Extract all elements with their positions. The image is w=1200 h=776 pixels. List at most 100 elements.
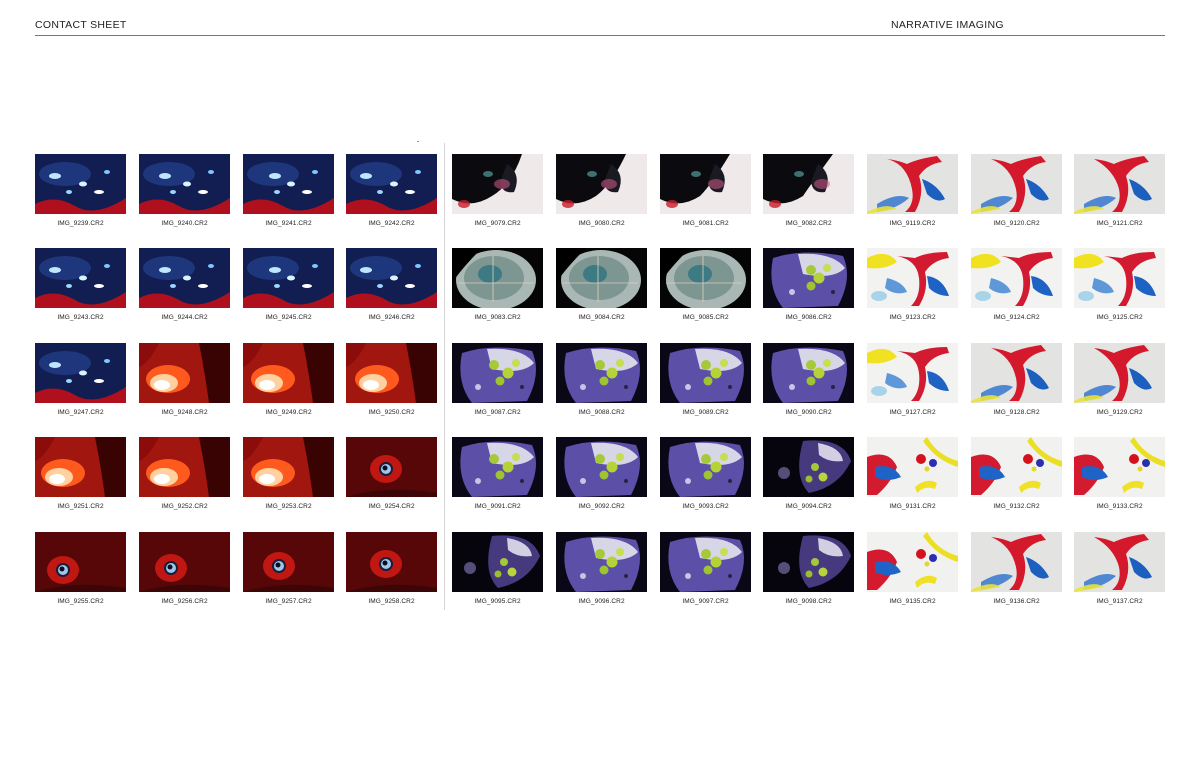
frame-image[interactable] (867, 154, 958, 214)
frame-thumbnail-cell[interactable]: IMG_9087.CR2 (452, 343, 543, 416)
frame-image[interactable] (971, 532, 1062, 592)
frame-image[interactable] (1074, 343, 1165, 403)
frame-thumbnail-cell[interactable]: IMG_9095.CR2 (452, 532, 543, 605)
frame-thumbnail-cell[interactable]: IMG_9256.CR2 (139, 532, 230, 605)
frame-image[interactable] (346, 248, 437, 308)
frame-image[interactable] (556, 343, 647, 403)
frame-thumbnail-cell[interactable]: IMG_9081.CR2 (660, 154, 751, 227)
frame-thumbnail-cell[interactable]: IMG_9136.CR2 (971, 532, 1062, 605)
frame-image[interactable] (35, 343, 126, 403)
frame-thumbnail-cell[interactable]: IMG_9089.CR2 (660, 343, 751, 416)
frame-thumbnail-cell[interactable]: IMG_9092.CR2 (556, 437, 647, 510)
frame-image[interactable] (452, 532, 543, 592)
frame-image[interactable] (243, 437, 334, 497)
frame-thumbnail-cell[interactable]: IMG_9135.CR2 (867, 532, 958, 605)
frame-thumbnail-cell[interactable]: IMG_9137.CR2 (1074, 532, 1165, 605)
frame-thumbnail-cell[interactable]: IMG_9241.CR2 (243, 154, 334, 227)
frame-image[interactable] (1074, 248, 1165, 308)
frame-thumbnail-cell[interactable]: IMG_9240.CR2 (139, 154, 230, 227)
frame-thumbnail-cell[interactable]: IMG_9249.CR2 (243, 343, 334, 416)
frame-image[interactable] (1074, 154, 1165, 214)
frame-image[interactable] (867, 532, 958, 592)
frame-thumbnail-cell[interactable]: IMG_9257.CR2 (243, 532, 334, 605)
frame-thumbnail-cell[interactable]: IMG_9255.CR2 (35, 532, 126, 605)
frame-image[interactable] (763, 437, 854, 497)
frame-image[interactable] (971, 248, 1062, 308)
frame-thumbnail-cell[interactable]: IMG_9090.CR2 (763, 343, 854, 416)
frame-thumbnail-cell[interactable]: IMG_9245.CR2 (243, 248, 334, 321)
frame-thumbnail-cell[interactable]: IMG_9094.CR2 (763, 437, 854, 510)
frame-thumbnail-cell[interactable]: IMG_9244.CR2 (139, 248, 230, 321)
frame-image[interactable] (763, 154, 854, 214)
frame-image[interactable] (243, 343, 334, 403)
frame-thumbnail-cell[interactable]: IMG_9239.CR2 (35, 154, 126, 227)
frame-thumbnail-cell[interactable]: IMG_9133.CR2 (1074, 437, 1165, 510)
frame-image[interactable] (35, 248, 126, 308)
frame-thumbnail-cell[interactable]: IMG_9091.CR2 (452, 437, 543, 510)
frame-thumbnail-cell[interactable]: IMG_9093.CR2 (660, 437, 751, 510)
frame-image[interactable] (660, 154, 751, 214)
frame-image[interactable] (763, 532, 854, 592)
frame-image[interactable] (139, 532, 230, 592)
frame-thumbnail-cell[interactable]: IMG_9085.CR2 (660, 248, 751, 321)
frame-image[interactable] (763, 248, 854, 308)
frame-image[interactable] (556, 248, 647, 308)
frame-thumbnail-cell[interactable]: IMG_9097.CR2 (660, 532, 751, 605)
frame-thumbnail-cell[interactable]: IMG_9120.CR2 (971, 154, 1062, 227)
frame-thumbnail-cell[interactable]: IMG_9119.CR2 (867, 154, 958, 227)
frame-thumbnail-cell[interactable]: IMG_9253.CR2 (243, 437, 334, 510)
frame-thumbnail-cell[interactable]: IMG_9242.CR2 (346, 154, 437, 227)
frame-image[interactable] (1074, 532, 1165, 592)
frame-thumbnail-cell[interactable]: IMG_9128.CR2 (971, 343, 1062, 416)
frame-thumbnail-cell[interactable]: IMG_9082.CR2 (763, 154, 854, 227)
frame-thumbnail-cell[interactable]: IMG_9243.CR2 (35, 248, 126, 321)
frame-image[interactable] (867, 248, 958, 308)
frame-image[interactable] (556, 532, 647, 592)
frame-thumbnail-cell[interactable]: IMG_9121.CR2 (1074, 154, 1165, 227)
frame-image[interactable] (139, 248, 230, 308)
frame-thumbnail-cell[interactable]: IMG_9096.CR2 (556, 532, 647, 605)
frame-thumbnail-cell[interactable]: IMG_9124.CR2 (971, 248, 1062, 321)
frame-image[interactable] (243, 154, 334, 214)
frame-image[interactable] (660, 532, 751, 592)
frame-thumbnail-cell[interactable]: IMG_9131.CR2 (867, 437, 958, 510)
frame-thumbnail-cell[interactable]: IMG_9254.CR2 (346, 437, 437, 510)
frame-image[interactable] (452, 154, 543, 214)
frame-image[interactable] (35, 437, 126, 497)
frame-image[interactable] (35, 154, 126, 214)
frame-image[interactable] (346, 532, 437, 592)
frame-thumbnail-cell[interactable]: IMG_9086.CR2 (763, 248, 854, 321)
frame-image[interactable] (346, 154, 437, 214)
frame-image[interactable] (556, 154, 647, 214)
frame-image[interactable] (139, 154, 230, 214)
frame-image[interactable] (971, 437, 1062, 497)
frame-image[interactable] (867, 437, 958, 497)
frame-thumbnail-cell[interactable]: IMG_9125.CR2 (1074, 248, 1165, 321)
frame-thumbnail-cell[interactable]: IMG_9250.CR2 (346, 343, 437, 416)
frame-image[interactable] (452, 343, 543, 403)
frame-image[interactable] (243, 532, 334, 592)
frame-thumbnail-cell[interactable]: IMG_9251.CR2 (35, 437, 126, 510)
frame-image[interactable] (452, 437, 543, 497)
frame-thumbnail-cell[interactable]: IMG_9079.CR2 (452, 154, 543, 227)
frame-thumbnail-cell[interactable]: IMG_9123.CR2 (867, 248, 958, 321)
frame-image[interactable] (452, 248, 543, 308)
frame-image[interactable] (660, 248, 751, 308)
frame-thumbnail-cell[interactable]: IMG_9084.CR2 (556, 248, 647, 321)
frame-image[interactable] (971, 343, 1062, 403)
frame-image[interactable] (243, 248, 334, 308)
frame-image[interactable] (35, 532, 126, 592)
frame-thumbnail-cell[interactable]: IMG_9080.CR2 (556, 154, 647, 227)
frame-image[interactable] (556, 437, 647, 497)
frame-image[interactable] (867, 343, 958, 403)
frame-image[interactable] (660, 437, 751, 497)
frame-thumbnail-cell[interactable]: IMG_9127.CR2 (867, 343, 958, 416)
frame-image[interactable] (1074, 437, 1165, 497)
frame-image[interactable] (139, 343, 230, 403)
frame-thumbnail-cell[interactable]: IMG_9129.CR2 (1074, 343, 1165, 416)
frame-thumbnail-cell[interactable]: IMG_9246.CR2 (346, 248, 437, 321)
frame-thumbnail-cell[interactable]: IMG_9132.CR2 (971, 437, 1062, 510)
frame-thumbnail-cell[interactable]: IMG_9098.CR2 (763, 532, 854, 605)
frame-thumbnail-cell[interactable]: IMG_9248.CR2 (139, 343, 230, 416)
frame-image[interactable] (971, 154, 1062, 214)
